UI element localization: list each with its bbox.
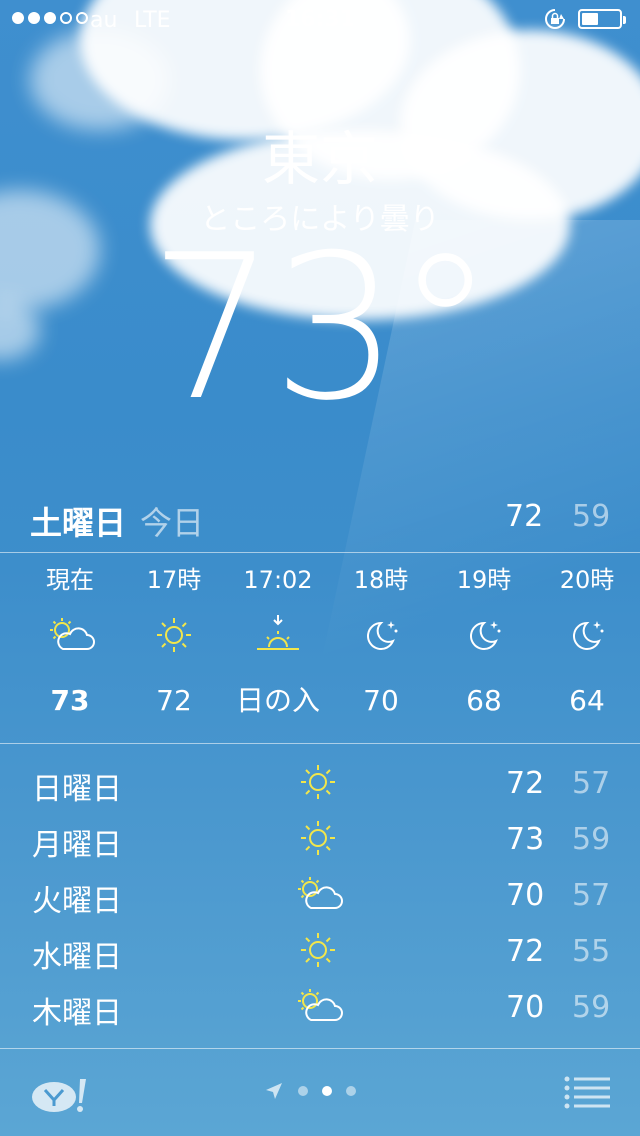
hour-temp: 70 [363,684,399,717]
daily-row: 火曜日 70 57 [0,867,640,923]
sun-icon [290,813,346,863]
moon-stars-icon [424,600,544,670]
yahoo-logo-icon[interactable] [30,1073,94,1117]
hour-temp: 64 [569,684,605,717]
sunset-icon [218,600,338,670]
hourly-forecast[interactable]: 現在 73 17時 72 17:02 日の入 18時 70 19時 68 20時… [0,560,640,740]
day-low: 59 [572,990,611,1025]
hourly-item: 17時 72 [114,560,234,726]
hourly-item: 17:02 日の入 [218,560,338,726]
hour-time: 現在 [46,566,94,594]
day-name: 火曜日 [32,884,122,919]
page-indicator[interactable] [264,1081,356,1101]
daily-row: 月曜日 73 59 [0,811,640,867]
rotation-lock-icon [545,9,565,29]
today-day-name: 土曜日 [30,504,127,542]
battery-level [582,13,599,25]
partly-cloudy-icon [290,981,346,1031]
city-name: 東京 [261,125,378,193]
daily-row: 木曜日 70 59 [0,979,640,1035]
today-summary: 土曜日 今日 72 59 [0,490,640,550]
hourly-item: 20時 64 [527,560,640,726]
battery-icon [578,9,626,29]
daily-row: 日曜日 72 57 [0,755,640,811]
page-dot [322,1086,332,1096]
day-low: 59 [572,822,611,857]
hour-time: 17時 [146,566,202,594]
day-low: 57 [572,766,611,801]
hourly-item: 19時 68 [424,560,544,726]
today-label: 今日 [140,504,205,542]
day-name: 月曜日 [32,828,122,863]
page-dot [346,1086,356,1096]
hour-time: 19時 [456,566,512,594]
day-high: 72 [506,934,545,969]
today-low: 59 [572,499,611,534]
today-high: 72 [505,499,544,534]
partly-cloudy-icon [10,600,130,670]
status-bar: au LTE 16:31 [0,0,640,40]
day-high: 70 [506,990,545,1025]
moon-stars-icon [321,600,441,670]
day-high: 72 [506,766,545,801]
hour-time: 17:02 [243,566,313,594]
hour-time: 18時 [353,566,409,594]
hourly-item: 18時 70 [321,560,441,726]
current-temperature: 73° [0,212,640,445]
day-name: 木曜日 [32,996,122,1031]
sun-icon [114,600,234,670]
hour-temp: 73 [50,684,90,717]
page-dot [298,1086,308,1096]
day-low: 55 [572,934,611,969]
day-high: 70 [506,878,545,913]
sun-icon [290,757,346,807]
hour-temp: 68 [466,684,502,717]
day-high: 73 [506,822,545,857]
divider [0,552,640,553]
divider [0,743,640,744]
hour-temp: 72 [156,684,192,717]
sun-icon [290,925,346,975]
hour-time: 20時 [559,566,615,594]
list-icon[interactable] [564,1075,610,1109]
location-arrow-icon [266,1083,282,1099]
day-name: 日曜日 [32,772,122,807]
day-low: 57 [572,878,611,913]
footer-toolbar [0,1049,640,1136]
day-name: 水曜日 [32,940,122,975]
hour-temp: 日の入 [235,684,320,717]
weather-screen: au LTE 16:31 東京 ところにより曇り 73° 土曜日 今日 72 5… [0,0,640,1136]
hourly-item: 現在 73 [10,560,130,726]
moon-stars-icon [527,600,640,670]
daily-row: 水曜日 72 55 [0,923,640,979]
partly-cloudy-icon [290,869,346,919]
current-temperature-value: 73° [148,212,495,445]
